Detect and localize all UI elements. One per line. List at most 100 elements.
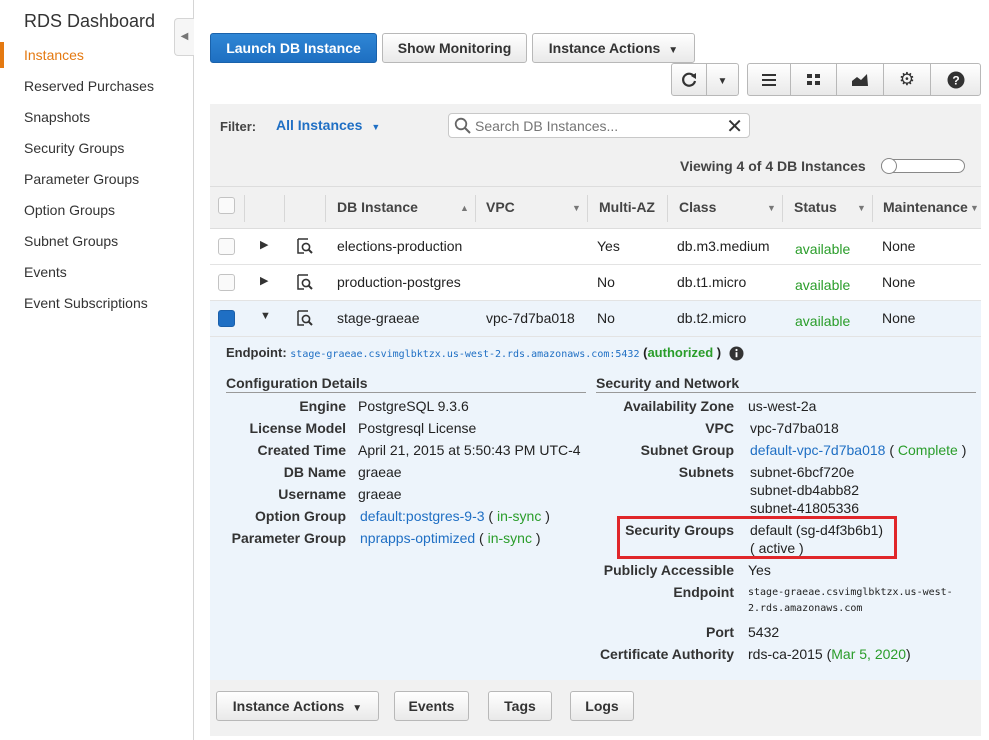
clear-search-icon[interactable]: ✕ <box>726 114 743 139</box>
row-checkbox[interactable] <box>218 310 235 327</box>
row-checkbox[interactable] <box>218 238 235 255</box>
subnet-group-link[interactable]: default-vpc-7d7ba018 <box>750 442 885 458</box>
sidebar-item-event-subscriptions[interactable]: Event Subscriptions <box>0 290 193 316</box>
chevron-down-icon: ▼ <box>371 122 381 132</box>
option-group-status: in-sync <box>496 508 542 524</box>
expand-icon[interactable]: ▶ <box>260 274 268 287</box>
sort-icon[interactable]: ▼ <box>572 203 581 213</box>
sidebar-item-security-groups[interactable]: Security Groups <box>0 135 193 161</box>
option-group-link[interactable]: default:postgres-9-3 <box>360 508 485 524</box>
column-header-vpc[interactable]: VPC <box>486 199 515 215</box>
table-row[interactable]: ▶ elections-production Yes db.m3.medium … <box>210 229 981 265</box>
list-view-button[interactable] <box>747 63 791 96</box>
subnet-link[interactable]: subnet-6bcf720e <box>750 464 854 480</box>
license-model-label: License Model <box>249 420 346 436</box>
publicly-accessible-label: Publicly Accessible <box>603 562 734 578</box>
column-header-status[interactable]: Status <box>794 199 837 215</box>
row-checkbox[interactable] <box>218 274 235 291</box>
instance-actions-bottom-button[interactable]: Instance Actions ▼ <box>216 691 379 721</box>
table-row-selected[interactable]: ▼ stage-graeae vpc-7d7ba018 No db.t2.mic… <box>210 301 981 337</box>
gear-icon: ⚙ <box>898 69 916 89</box>
collapse-icon[interactable]: ▼ <box>260 310 271 322</box>
sidebar-item-reserved-purchases[interactable]: Reserved Purchases <box>0 73 193 99</box>
publicly-accessible-value: Yes <box>748 562 771 578</box>
option-group-label: Option Group <box>255 508 346 524</box>
endpoint-detail-label: Endpoint <box>673 584 734 600</box>
cell-class: db.m3.medium <box>677 238 770 254</box>
slider-knob[interactable] <box>881 158 897 174</box>
column-divider <box>475 195 476 222</box>
help-button[interactable]: ? <box>930 63 981 96</box>
sort-icon[interactable]: ▼ <box>767 203 776 213</box>
sidebar-collapse-button[interactable]: ◀ <box>174 18 194 56</box>
cell-db-instance: production-postgres <box>337 274 461 290</box>
sidebar-item-snapshots[interactable]: Snapshots <box>0 104 193 130</box>
list-view-icon <box>762 73 776 86</box>
tags-button[interactable]: Tags <box>488 691 552 721</box>
chart-view-button[interactable] <box>836 63 884 96</box>
vpc-link[interactable]: vpc-7d7ba018 <box>750 420 839 436</box>
chart-icon <box>852 73 868 86</box>
column-header-multi-az[interactable]: Multi-AZ <box>599 199 655 215</box>
availability-zone-label: Availability Zone <box>623 398 734 414</box>
launch-db-instance-button[interactable]: Launch DB Instance <box>210 33 377 63</box>
configuration-details-title: Configuration Details <box>226 375 586 393</box>
cell-maintenance: None <box>882 310 916 326</box>
availability-zone-value: us-west-2a <box>748 398 817 414</box>
subnet-group-value-line: default-vpc-7d7ba018 ( Complete ) <box>750 442 967 458</box>
endpoint-detail-line2[interactable]: 2.rds.amazonaws.com <box>748 603 862 614</box>
cell-class: db.t2.micro <box>677 310 747 326</box>
details-zoom-icon[interactable] <box>296 310 314 328</box>
subnet-group-status: Complete <box>897 442 958 458</box>
cell-status: available <box>795 313 851 329</box>
search-input[interactable] <box>473 116 723 135</box>
sidebar-item-subnet-groups[interactable]: Subnet Groups <box>0 228 193 254</box>
view-toggle-slider[interactable] <box>881 158 965 174</box>
column-divider <box>587 195 588 222</box>
certificate-authority-date: Mar 5, 2020 <box>831 646 906 662</box>
details-zoom-icon[interactable] <box>296 274 314 292</box>
subnet-group-label: Subnet Group <box>640 442 734 458</box>
details-zoom-icon[interactable] <box>296 238 314 256</box>
column-header-db-instance[interactable]: DB Instance <box>337 199 418 215</box>
parameter-group-value-line: nprapps-optimized ( in-sync ) <box>360 530 541 546</box>
column-divider <box>284 195 285 222</box>
logs-button[interactable]: Logs <box>570 691 634 721</box>
filter-dropdown[interactable]: All Instances ▼ <box>276 117 380 133</box>
grid-view-button[interactable] <box>790 63 837 96</box>
settings-button[interactable]: ⚙ <box>883 63 931 96</box>
sort-icon[interactable]: ▼ <box>970 203 979 213</box>
expand-icon[interactable]: ▶ <box>260 238 268 251</box>
sidebar-item-parameter-groups[interactable]: Parameter Groups <box>0 166 193 192</box>
search-icon <box>454 117 471 134</box>
refresh-button[interactable] <box>671 63 707 96</box>
endpoint-value[interactable]: stage-graeae.csvimglbktzx.us-west-2.rds.… <box>290 349 639 360</box>
info-icon[interactable] <box>729 346 744 361</box>
instance-details-panel: Endpoint: stage-graeae.csvimglbktzx.us-w… <box>210 337 981 680</box>
events-button[interactable]: Events <box>394 691 469 721</box>
table-row[interactable]: ▶ production-postgres No db.t1.micro ava… <box>210 265 981 301</box>
select-all-checkbox[interactable] <box>218 197 235 214</box>
column-header-class[interactable]: Class <box>679 199 716 215</box>
cell-status: available <box>795 277 851 293</box>
subnet-link[interactable]: subnet-41805336 <box>750 500 859 516</box>
sidebar-item-option-groups[interactable]: Option Groups <box>0 197 193 223</box>
column-header-maintenance[interactable]: Maintenance <box>883 199 968 215</box>
subnet-link[interactable]: subnet-db4abb82 <box>750 482 859 498</box>
sort-asc-icon[interactable]: ▲ <box>460 203 469 213</box>
cell-multi-az: Yes <box>597 238 620 254</box>
sidebar-item-instances[interactable]: Instances <box>0 42 193 68</box>
endpoint-detail-line1[interactable]: stage-graeae.csvimglbktzx.us-west- <box>748 587 953 598</box>
parameter-group-link[interactable]: nprapps-optimized <box>360 530 475 546</box>
sort-icon[interactable]: ▼ <box>857 203 866 213</box>
instance-actions-button[interactable]: Instance Actions ▼ <box>532 33 695 63</box>
column-divider <box>667 195 668 222</box>
created-time-value: April 21, 2015 at 5:50:43 PM UTC-4 <box>358 442 581 458</box>
sidebar-item-events[interactable]: Events <box>0 259 193 285</box>
refresh-options-button[interactable]: ▼ <box>706 63 739 96</box>
show-monitoring-button[interactable]: Show Monitoring <box>382 33 527 63</box>
db-name-label: DB Name <box>283 464 346 480</box>
cell-multi-az: No <box>597 274 615 290</box>
column-divider <box>872 195 873 222</box>
help-icon: ? <box>947 71 964 89</box>
